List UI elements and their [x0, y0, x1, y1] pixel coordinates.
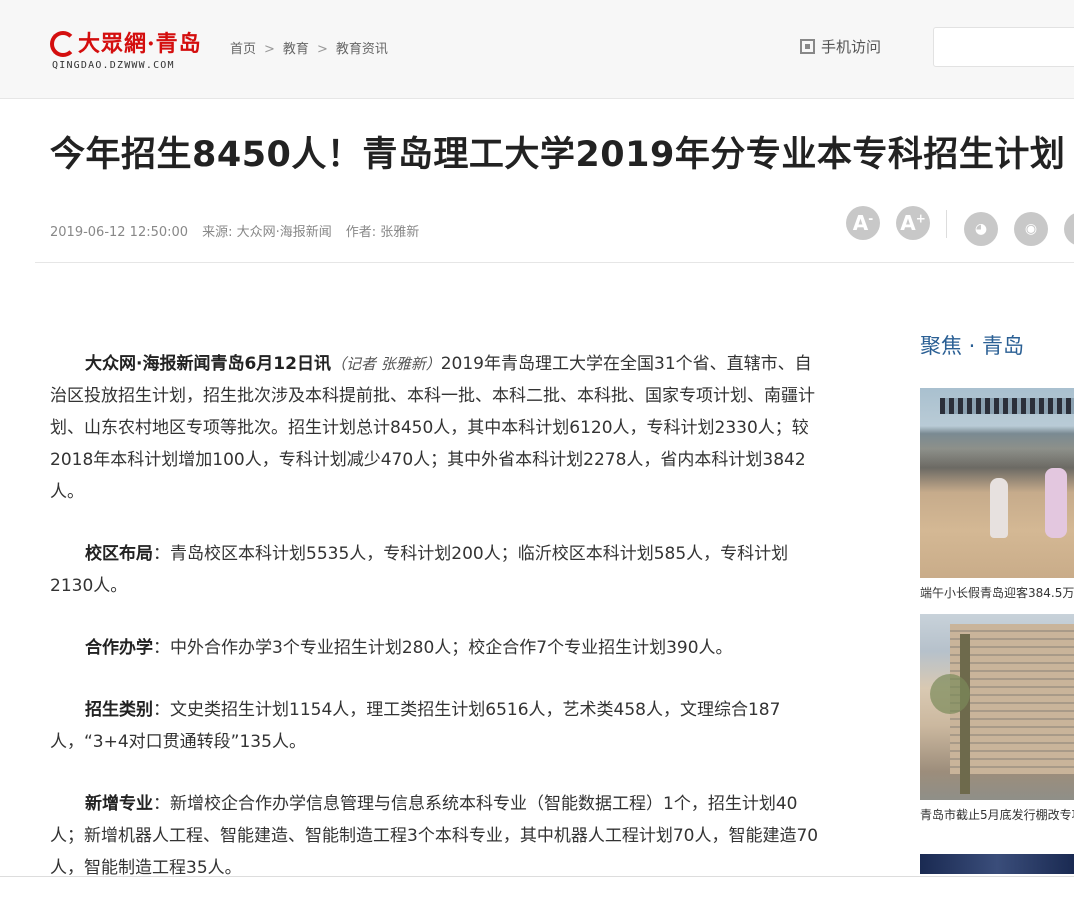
- window-bottom-edge: [0, 876, 1074, 877]
- article-meta: 2019-06-12 12:50:00 来源: 大众网·海报新闻 作者: 张雅新: [50, 221, 433, 240]
- logo-swirl-icon: [50, 31, 76, 57]
- image-crowd: [940, 398, 1074, 414]
- font-smaller-button[interactable]: A-: [846, 206, 880, 240]
- article-source: 来源: 大众网·海报新闻: [202, 225, 332, 240]
- mobile-access-label: 手机访问: [821, 38, 882, 56]
- publish-date: 2019-06-12 12:50:00: [50, 225, 189, 240]
- image-girl: [1045, 468, 1067, 538]
- article-paragraph: 校区布局：青岛校区本科计划5535人，专科计划200人；临沂校区本科计划585人…: [50, 538, 820, 602]
- paragraph-text: 2019年青岛理工大学在全国31个省、直辖市、自治区投放招生计划，招生批次涉及本…: [50, 354, 815, 502]
- meta-divider: [35, 262, 1074, 263]
- article-paragraph: 新增专业：新增校企合作办学信息管理与信息系统本科专业（智能数据工程）1个，招生计…: [50, 788, 820, 884]
- paragraph-lead: 新增专业: [85, 794, 153, 814]
- sidebar-title: 聚焦 · 青岛: [920, 334, 1025, 358]
- breadcrumb-home[interactable]: 首页: [230, 42, 256, 57]
- site-header: 大眾網·青岛 QINGDAO.DZWWW.COM 首页 > 教育 > 教育资讯 手机访问: [0, 0, 1074, 99]
- sidebar-item-image[interactable]: [920, 388, 1074, 578]
- wechat-share-icon[interactable]: ◕: [964, 212, 998, 246]
- site-logo[interactable]: 大眾網·青岛 QINGDAO.DZWWW.COM: [50, 26, 210, 76]
- tools-divider: [946, 210, 947, 238]
- sidebar-item-image[interactable]: [920, 614, 1074, 800]
- paragraph-lead: 招生类别: [85, 700, 153, 720]
- logo-brand: 大眾網·青岛: [50, 26, 202, 58]
- article-paragraph: 大众网·海报新闻青岛6月12日讯（记者 张雅新）2019年青岛理工大学在全国31…: [50, 348, 820, 508]
- font-larger-button[interactable]: A+: [896, 206, 930, 240]
- breadcrumb: 首页 > 教育 > 教育资讯: [230, 38, 388, 57]
- breadcrumb-sep: >: [316, 42, 328, 57]
- sidebar-item-image[interactable]: [920, 854, 1074, 874]
- image-child: [990, 478, 1008, 538]
- breadcrumb-sep: >: [264, 42, 275, 57]
- weibo-share-icon[interactable]: ◉: [1014, 212, 1048, 246]
- article-author: 作者: 张雅新: [345, 225, 420, 240]
- paragraph-text: ：中外合作办学3个专业招生计划280人；校企合作7个专业招生计划390人。: [153, 638, 733, 658]
- mobile-access-link[interactable]: 手机访问: [800, 36, 881, 57]
- paragraph-text: ：新增校企合作办学信息管理与信息系统本科专业（智能数据工程）1个，招生计划40人…: [50, 794, 819, 878]
- paragraph-text: ：文史类招生计划1154人，理工类招生计划6516人，艺术类458人，文理综合1…: [50, 700, 781, 752]
- search-input[interactable]: [933, 27, 1074, 67]
- article-paragraph: 合作办学：中外合作办学3个专业招生计划280人；校企合作7个专业招生计划390人…: [50, 632, 820, 664]
- sidebar-focus-qingdao: 聚焦 · 青岛 端午小长假青岛迎客384.5万人次 青岛市截止5月底发行棚改专项…: [920, 330, 1074, 874]
- paragraph-text: ：青岛校区本科计划5535人，专科计划200人；临沂校区本科计划585人，专科计…: [50, 544, 789, 596]
- article-body: 大众网·海报新闻青岛6月12日讯（记者 张雅新）2019年青岛理工大学在全国31…: [50, 348, 820, 914]
- breadcrumb-education[interactable]: 教育: [283, 42, 309, 57]
- paragraph-lead: 校区布局: [85, 544, 153, 564]
- sidebar-item-caption[interactable]: 端午小长假青岛迎客384.5万人次: [920, 584, 1074, 614]
- image-tree: [960, 634, 970, 794]
- paragraph-lead: 大众网·海报新闻青岛6月12日讯: [85, 354, 331, 374]
- sidebar-item-caption[interactable]: 青岛市截止5月底发行棚改专项债: [920, 806, 1074, 836]
- paragraph-lead: 合作办学: [85, 638, 153, 658]
- reporter-credit: （记者 张雅新）: [330, 355, 441, 373]
- image-foliage: [930, 674, 970, 714]
- more-share-icon[interactable]: ✚: [1064, 212, 1074, 246]
- qr-code-icon: [800, 39, 815, 54]
- article-title: 今年招生8450人！青岛理工大学2019年分专业本专科招生计划: [50, 135, 1066, 175]
- logo-domain: QINGDAO.DZWWW.COM: [52, 60, 175, 71]
- article-paragraph: 招生类别：文史类招生计划1154人，理工类招生计划6516人，艺术类458人，文…: [50, 694, 820, 758]
- breadcrumb-education-news[interactable]: 教育资讯: [336, 42, 388, 57]
